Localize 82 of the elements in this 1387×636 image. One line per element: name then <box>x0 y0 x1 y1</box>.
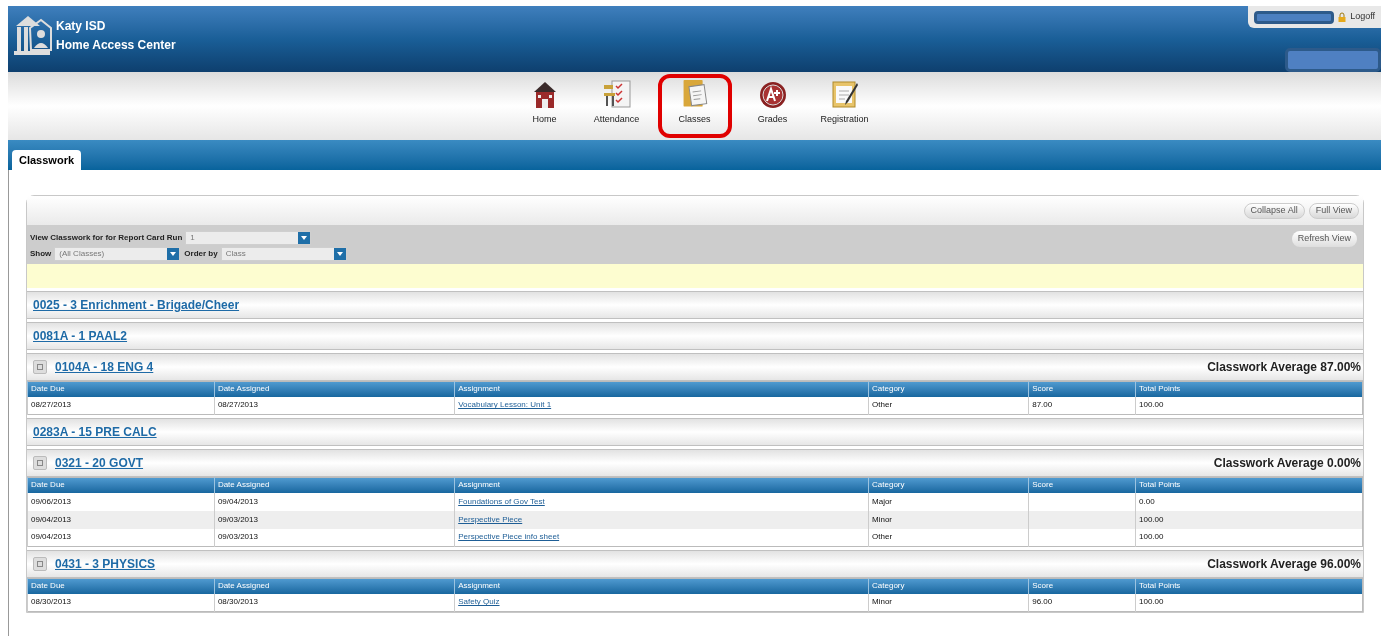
assignment-link[interactable]: Safety Quiz <box>458 597 500 607</box>
table-cell: 09/04/2013 <box>31 514 72 524</box>
tab[interactable]: Classwork <box>12 150 82 170</box>
column-header: Total Points <box>1135 381 1363 397</box>
column-header: Category <box>868 381 1029 397</box>
column-header: Date Assigned <box>214 578 455 594</box>
filter-label: Show <box>30 248 52 260</box>
class-link[interactable]: 0283A - 15 PRE CALC <box>33 423 157 441</box>
refresh-button[interactable]: Refresh View <box>1291 231 1357 247</box>
logoff-link[interactable]: Logoff <box>1350 10 1375 24</box>
nav-item[interactable]: Registration <box>813 74 876 138</box>
table-cell: 09/03/2013 <box>217 532 258 542</box>
column-header: Date Due <box>27 381 215 397</box>
grade-badge-icon <box>758 80 787 109</box>
collapse-toggle[interactable] <box>33 456 47 470</box>
table-cell: 09/06/2013 <box>31 496 72 506</box>
classwork-average: Classwork Average 0.00% <box>1213 455 1361 472</box>
table-cell: 0.00 <box>1139 496 1155 506</box>
nav-item[interactable]: Grades <box>741 74 804 138</box>
table-cell: 08/30/2013 <box>217 597 258 607</box>
folder-document-icon <box>681 78 708 109</box>
column-header: Score <box>1028 381 1136 397</box>
column-header: Assignment <box>454 578 869 594</box>
lock-icon <box>1338 12 1347 22</box>
filter-label: Order by <box>184 248 218 260</box>
class-link[interactable]: 0431 - 3 PHYSICS <box>55 555 156 573</box>
column-header: Date Due <box>27 578 215 594</box>
column-header: Category <box>868 477 1029 493</box>
assignment-link[interactable]: Perspective Piece info sheet <box>458 532 560 542</box>
table-cell: 100.00 <box>1139 400 1164 410</box>
column-header: Total Points <box>1135 578 1363 594</box>
assignment-link[interactable]: Vocabulary Lesson: Unit 1 <box>458 400 552 410</box>
classwork-average: Classwork Average 96.00% <box>1207 556 1361 573</box>
district-name: Katy ISD <box>56 18 107 35</box>
table-cell: 09/04/2013 <box>31 532 72 542</box>
nav-item[interactable]: Classes <box>657 74 732 138</box>
classwork-average: Classwork Average 87.00% <box>1207 359 1361 376</box>
clipboard-pencil-icon <box>830 78 859 109</box>
toolbar-button[interactable]: Collapse All <box>1243 202 1305 219</box>
house-icon <box>532 80 557 109</box>
column-header: Date Due <box>27 477 215 493</box>
assignment-link[interactable]: Perspective Piece <box>458 514 523 524</box>
show-select[interactable]: (All Classes) <box>54 247 181 261</box>
table-cell: Other <box>872 400 893 410</box>
table-cell: 09/04/2013 <box>217 496 258 506</box>
collapse-toggle[interactable] <box>33 360 47 374</box>
table-cell: 09/03/2013 <box>217 514 258 524</box>
column-header: Score <box>1028 477 1136 493</box>
nav-item[interactable]: Home <box>513 74 576 138</box>
table-cell: 08/30/2013 <box>31 597 72 607</box>
collapse-toggle[interactable] <box>33 557 47 571</box>
chair-checklist-icon <box>601 78 632 109</box>
table-cell: Major <box>872 496 893 506</box>
app-name: Home Access Center <box>56 37 176 54</box>
class-link[interactable]: 0081A - 1 PAAL2 <box>33 327 128 345</box>
table-cell: 100.00 <box>1139 514 1164 524</box>
table-cell: 100.00 <box>1139 597 1164 607</box>
table-cell: 87.00 <box>1032 400 1053 410</box>
toolbar-button[interactable]: Full View <box>1308 202 1359 219</box>
column-header: Assignment <box>454 477 869 493</box>
class-link[interactable]: 0104A - 18 ENG 4 <box>55 358 154 376</box>
column-header: Category <box>868 578 1029 594</box>
column-header: Assignment <box>454 381 869 397</box>
order-select[interactable]: Class <box>220 247 347 261</box>
table-cell: 100.00 <box>1139 532 1164 542</box>
filter-label: View Classwork for for Report Card Run <box>30 232 183 244</box>
column-header: Date Assigned <box>214 477 455 493</box>
table-cell: 08/27/2013 <box>217 400 258 410</box>
nav-item[interactable]: Attendance <box>585 74 648 138</box>
class-link[interactable]: 0025 - 3 Enrichment - Brigade/Cheer <box>33 296 240 314</box>
column-header: Total Points <box>1135 477 1363 493</box>
assignment-link[interactable]: Foundations of Gov Test <box>458 496 545 506</box>
table-cell: 08/27/2013 <box>31 400 72 410</box>
table-cell: Minor <box>872 597 893 607</box>
class-link[interactable]: 0321 - 20 GOVT <box>55 454 144 472</box>
building-person-logo-icon <box>14 14 52 58</box>
column-header: Score <box>1028 578 1136 594</box>
report-run-select[interactable]: 1 <box>185 231 312 245</box>
column-header: Date Assigned <box>214 381 455 397</box>
table-cell: 96.00 <box>1032 597 1053 607</box>
table-cell: Other <box>872 532 893 542</box>
table-cell: Minor <box>872 514 893 524</box>
